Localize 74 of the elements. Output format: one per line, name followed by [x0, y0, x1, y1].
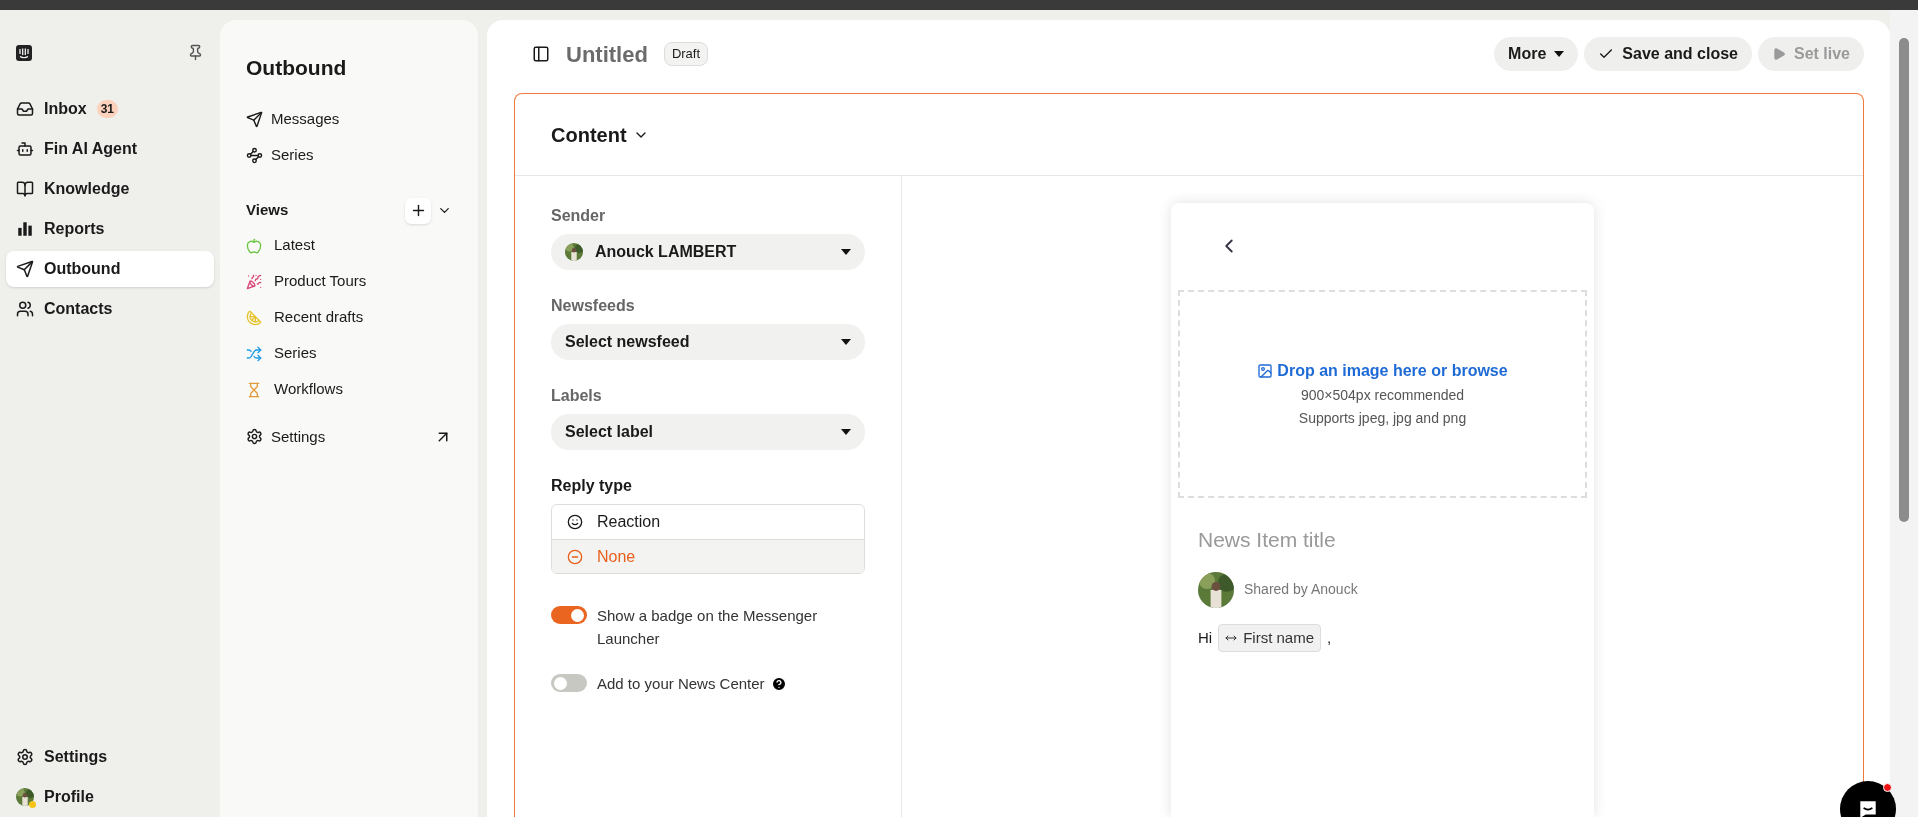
settings-icon — [246, 428, 263, 446]
status-badge: Draft — [663, 42, 709, 66]
book-icon — [16, 180, 34, 198]
toggle-label: Add to your News Center — [597, 674, 765, 694]
field-label: Reply type — [551, 476, 633, 496]
robot-icon — [16, 140, 34, 158]
caret-icon — [841, 339, 851, 345]
message-title: Untitled — [566, 40, 648, 69]
section-title: Views — [246, 200, 289, 221]
nav-item[interactable]: Settings — [6, 739, 214, 775]
field-label: Labels — [551, 386, 603, 406]
view-item[interactable]: Product Tours — [246, 269, 452, 294]
view-item[interactable]: Series — [246, 341, 452, 366]
greeting-text: Hi — [1198, 627, 1213, 648]
minus-circle-icon — [567, 548, 583, 565]
size-hint: 900×504px recommended — [1300, 386, 1465, 405]
nav-item[interactable]: Outbound — [6, 251, 214, 287]
author-text: Shared by Anouck — [1244, 580, 1358, 599]
count-badge: 31 — [96, 100, 119, 118]
toggle-switch[interactable] — [551, 606, 587, 624]
shuffle-icon — [246, 345, 262, 362]
send-icon — [246, 111, 263, 128]
caret-icon — [841, 429, 851, 435]
caret-icon — [1554, 51, 1565, 57]
play-icon — [1771, 47, 1786, 61]
select-field[interactable]: Select label — [551, 414, 865, 450]
add-view-button[interactable] — [405, 197, 431, 224]
image-icon — [1257, 363, 1274, 379]
browse-link[interactable]: Drop an image here or browse — [1257, 359, 1508, 383]
scrollbar[interactable] — [1890, 10, 1918, 817]
menu-item[interactable]: Messages — [246, 107, 452, 132]
nav-item[interactable]: Fin AI Agent — [6, 131, 214, 167]
settings-icon — [16, 748, 34, 766]
pin-icon[interactable] — [187, 44, 204, 61]
panel-title: Outbound — [246, 55, 348, 81]
field-label: Sender — [551, 206, 607, 226]
apple-icon — [246, 237, 262, 254]
nav-item[interactable]: Reports — [6, 211, 214, 247]
route-icon — [246, 147, 263, 164]
view-item[interactable]: Recent drafts — [246, 305, 452, 330]
send-icon — [16, 260, 34, 278]
settings-link[interactable]: Settings — [246, 425, 452, 448]
lemon-icon — [246, 309, 262, 326]
image-dropzone[interactable]: Drop an image here or browse 900×504px recommended Supports jpeg, jpg and png — [1178, 290, 1587, 498]
field-label: Newsfeeds — [551, 296, 636, 316]
attribute-chip[interactable]: First name — [1218, 623, 1322, 652]
nav-item[interactable]: Profile — [6, 779, 214, 815]
toggle-switch[interactable] — [551, 674, 587, 692]
party-popper-icon — [246, 273, 262, 290]
select-field[interactable]: Select newsfeed — [551, 324, 865, 360]
hourglass-icon — [246, 381, 262, 398]
people-icon — [16, 300, 34, 318]
chat-icon — [1857, 798, 1879, 817]
reply-option[interactable]: Reaction — [552, 505, 864, 539]
more-button[interactable]: More — [1494, 37, 1579, 71]
sidebar-toggle-icon[interactable] — [532, 45, 550, 63]
inbox-icon — [16, 100, 34, 118]
bar-chart-icon — [16, 220, 34, 238]
smiley-icon — [567, 514, 583, 530]
caret-icon — [841, 249, 851, 255]
select-field[interactable]: Anouck LAMBERT — [551, 234, 865, 270]
punctuation-text: , — [1327, 627, 1332, 648]
nav-item[interactable]: Knowledge — [6, 171, 214, 207]
view-item[interactable]: Latest — [246, 233, 452, 258]
view-item[interactable]: Workflows — [246, 377, 452, 402]
toggle-label: Show a badge on the Messenger Launcher — [597, 606, 819, 649]
section-dropdown[interactable]: Content — [551, 119, 649, 150]
logo-icon[interactable] — [16, 44, 32, 61]
nav-item[interactable]: Inbox 31 — [6, 91, 214, 127]
menu-item[interactable]: Series — [246, 143, 452, 168]
save-button[interactable]: Save and close — [1584, 37, 1752, 71]
help-icon[interactable] — [770, 676, 787, 692]
nav-item[interactable]: Contacts — [6, 291, 214, 327]
format-hint: Supports jpeg, jpg and png — [1298, 409, 1467, 428]
